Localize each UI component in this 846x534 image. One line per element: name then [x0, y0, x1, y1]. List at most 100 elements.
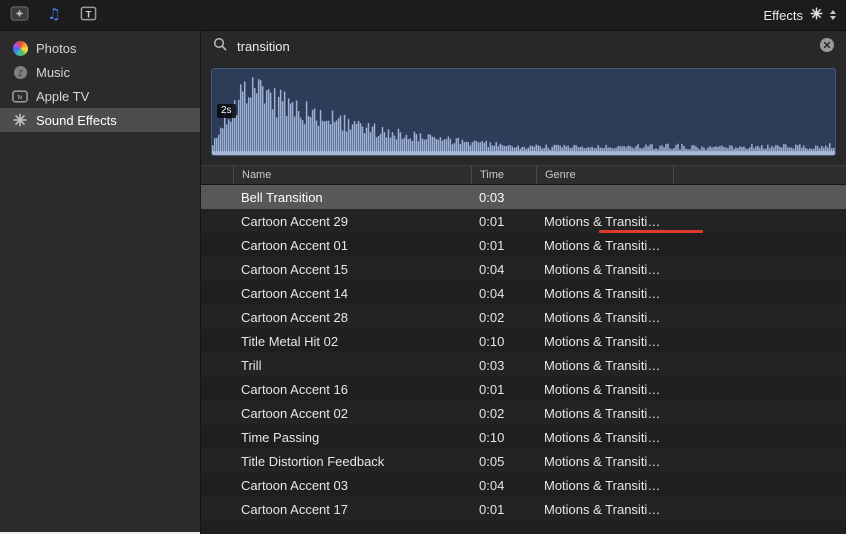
sidebar-item-soundfx[interactable]: Sound Effects	[0, 108, 200, 132]
cell-time: 0:01	[479, 501, 505, 517]
cell-genre: Motions & Transiti…	[544, 261, 661, 277]
svg-text:tv: tv	[18, 94, 24, 101]
cell-genre: Motions & Transiti…	[544, 285, 661, 301]
cell-name: Cartoon Accent 15	[241, 261, 348, 277]
cell-genre: Motions & Transiti…	[544, 501, 661, 517]
sidebar-item-label: Music	[36, 64, 70, 80]
sound-effects-list: Bell Transition 0:03 Cartoon Accent 29 0:01…	[201, 185, 846, 534]
color-pinwheel-icon	[12, 40, 28, 56]
search-input[interactable]	[235, 37, 812, 55]
waveform-preview[interactable]: 2s	[211, 68, 836, 156]
table-row[interactable]: Cartoon Accent 29 0:01 Motions & Transiti…	[201, 209, 846, 233]
svg-text:♫: ♫	[47, 5, 60, 22]
search-icon	[213, 37, 227, 56]
cell-time: 0:04	[479, 477, 505, 493]
cell-name: Cartoon Accent 03	[241, 477, 348, 493]
cell-genre: Motions & Transiti…	[544, 477, 661, 493]
cell-genre: Motions & Transiti…	[544, 309, 661, 325]
cell-time: 0:01	[479, 237, 505, 253]
filmstrip-star-icon	[10, 5, 29, 25]
cell-name: Cartoon Accent 17	[241, 501, 348, 517]
cell-genre: Motions & Transiti…	[544, 213, 661, 229]
table-row[interactable]: Cartoon Accent 14 0:04 Motions & Transiti…	[201, 281, 846, 305]
sidebar-item-label: Photos	[36, 40, 77, 56]
cell-name: Cartoon Accent 01	[241, 237, 348, 253]
cell-name: Time Passing	[241, 429, 320, 445]
cell-time: 0:10	[479, 333, 505, 349]
cell-time: 0:03	[479, 357, 505, 373]
table-row[interactable]: Cartoon Accent 01 0:01 Motions & Transiti…	[201, 233, 846, 257]
cell-time: 0:02	[479, 309, 505, 325]
cell-name: Trill	[241, 357, 262, 373]
svg-text:T: T	[86, 9, 92, 20]
table-row[interactable]: Time Passing 0:10 Motions & Transiti…	[201, 425, 846, 449]
media-browser-window: ♫ T Effects Photos ♪ Music tv Apple TV Sound …	[0, 0, 846, 534]
music-notes-icon: ♫	[45, 5, 63, 25]
cell-time: 0:04	[479, 261, 505, 277]
table-row[interactable]: Title Distortion Feedback 0:05 Motions & T…	[201, 449, 846, 473]
cell-name: Cartoon Accent 16	[241, 381, 348, 397]
cell-genre: Motions & Transiti…	[544, 381, 661, 397]
cell-genre: Motions & Transiti…	[544, 429, 661, 445]
media-type-buttons: ♫ T	[10, 5, 98, 25]
sidebar-item-music[interactable]: ♪ Music	[0, 60, 200, 84]
cell-genre: Motions & Transiti…	[544, 333, 661, 349]
effects-selector[interactable]: Effects	[763, 7, 836, 23]
effects-label: Effects	[763, 7, 803, 23]
table-row[interactable]: Cartoon Accent 28 0:02 Motions & Transiti…	[201, 305, 846, 329]
cell-time: 0:01	[479, 381, 505, 397]
table-row[interactable]: Cartoon Accent 17 0:01 Motions & Transiti…	[201, 497, 846, 521]
table-row[interactable]: Cartoon Accent 15 0:04 Motions & Transiti…	[201, 257, 846, 281]
cell-time: 0:03	[479, 189, 505, 205]
sidebar-item-label: Sound Effects	[36, 112, 117, 128]
main-panel: 2s Name Time Genre Bell Transition 0:03 Ca…	[201, 31, 846, 534]
preview-area: 2s	[201, 61, 846, 165]
cell-time: 0:10	[479, 429, 505, 445]
header-gutter	[201, 166, 233, 184]
photos-media-button[interactable]	[10, 5, 29, 25]
titles-media-button[interactable]: T	[79, 5, 98, 25]
table-row[interactable]: Cartoon Accent 02 0:02 Motions & Transiti…	[201, 401, 846, 425]
cell-name: Cartoon Accent 28	[241, 309, 348, 325]
sidebar-item-photos[interactable]: Photos	[0, 36, 200, 60]
music-media-button[interactable]: ♫	[45, 5, 63, 25]
header-filler	[673, 166, 846, 184]
search-bar	[201, 31, 846, 61]
clear-search-button[interactable]	[820, 37, 834, 55]
column-header-genre[interactable]: Genre	[536, 166, 673, 184]
sidebar-item-appletv[interactable]: tv Apple TV	[0, 84, 200, 108]
cell-genre: Motions & Transiti…	[544, 357, 661, 373]
cell-time: 0:02	[479, 405, 505, 421]
photos-icon	[12, 40, 28, 56]
waveform-graphic	[212, 77, 835, 155]
toolbar: ♫ T Effects	[0, 0, 846, 31]
table-row[interactable]: Cartoon Accent 16 0:01 Motions & Transiti…	[201, 377, 846, 401]
cell-time: 0:01	[479, 213, 505, 229]
cell-genre: Motions & Transiti…	[544, 453, 661, 469]
cell-name: Cartoon Accent 29	[241, 213, 348, 229]
clear-circle-x-icon	[820, 37, 834, 55]
duration-badge: 2s	[217, 104, 236, 118]
sidebar: Photos ♪ Music tv Apple TV Sound Effects	[0, 31, 201, 534]
sidebar-item-label: Apple TV	[36, 88, 90, 104]
table-row[interactable]: Bell Transition 0:03	[201, 185, 846, 209]
table-header: Name Time Genre	[201, 165, 846, 185]
cell-name: Title Distortion Feedback	[241, 453, 385, 469]
table-row[interactable]: Trill 0:03 Motions & Transiti…	[201, 353, 846, 377]
table-row[interactable]: Title Metal Hit 02 0:10 Motions & Transiti…	[201, 329, 846, 353]
column-header-name[interactable]: Name	[233, 166, 471, 184]
titles-icon: T	[79, 5, 98, 25]
effects-starburst-icon	[810, 7, 823, 23]
cell-genre: Motions & Transiti…	[544, 237, 661, 253]
cell-genre: Motions & Transiti…	[544, 405, 661, 421]
table-row[interactable]: Cartoon Accent 03 0:04 Motions & Transiti…	[201, 473, 846, 497]
cell-name: Title Metal Hit 02	[241, 333, 339, 349]
sort-chevrons-icon[interactable]	[830, 10, 836, 20]
music-icon: ♪	[12, 64, 28, 80]
appletv-icon: tv	[12, 88, 28, 104]
column-header-time[interactable]: Time	[471, 166, 536, 184]
window-body: Photos ♪ Music tv Apple TV Sound Effects 2s	[0, 31, 846, 534]
cell-name: Cartoon Accent 14	[241, 285, 348, 301]
svg-text:♪: ♪	[17, 67, 22, 77]
cell-time: 0:04	[479, 285, 505, 301]
